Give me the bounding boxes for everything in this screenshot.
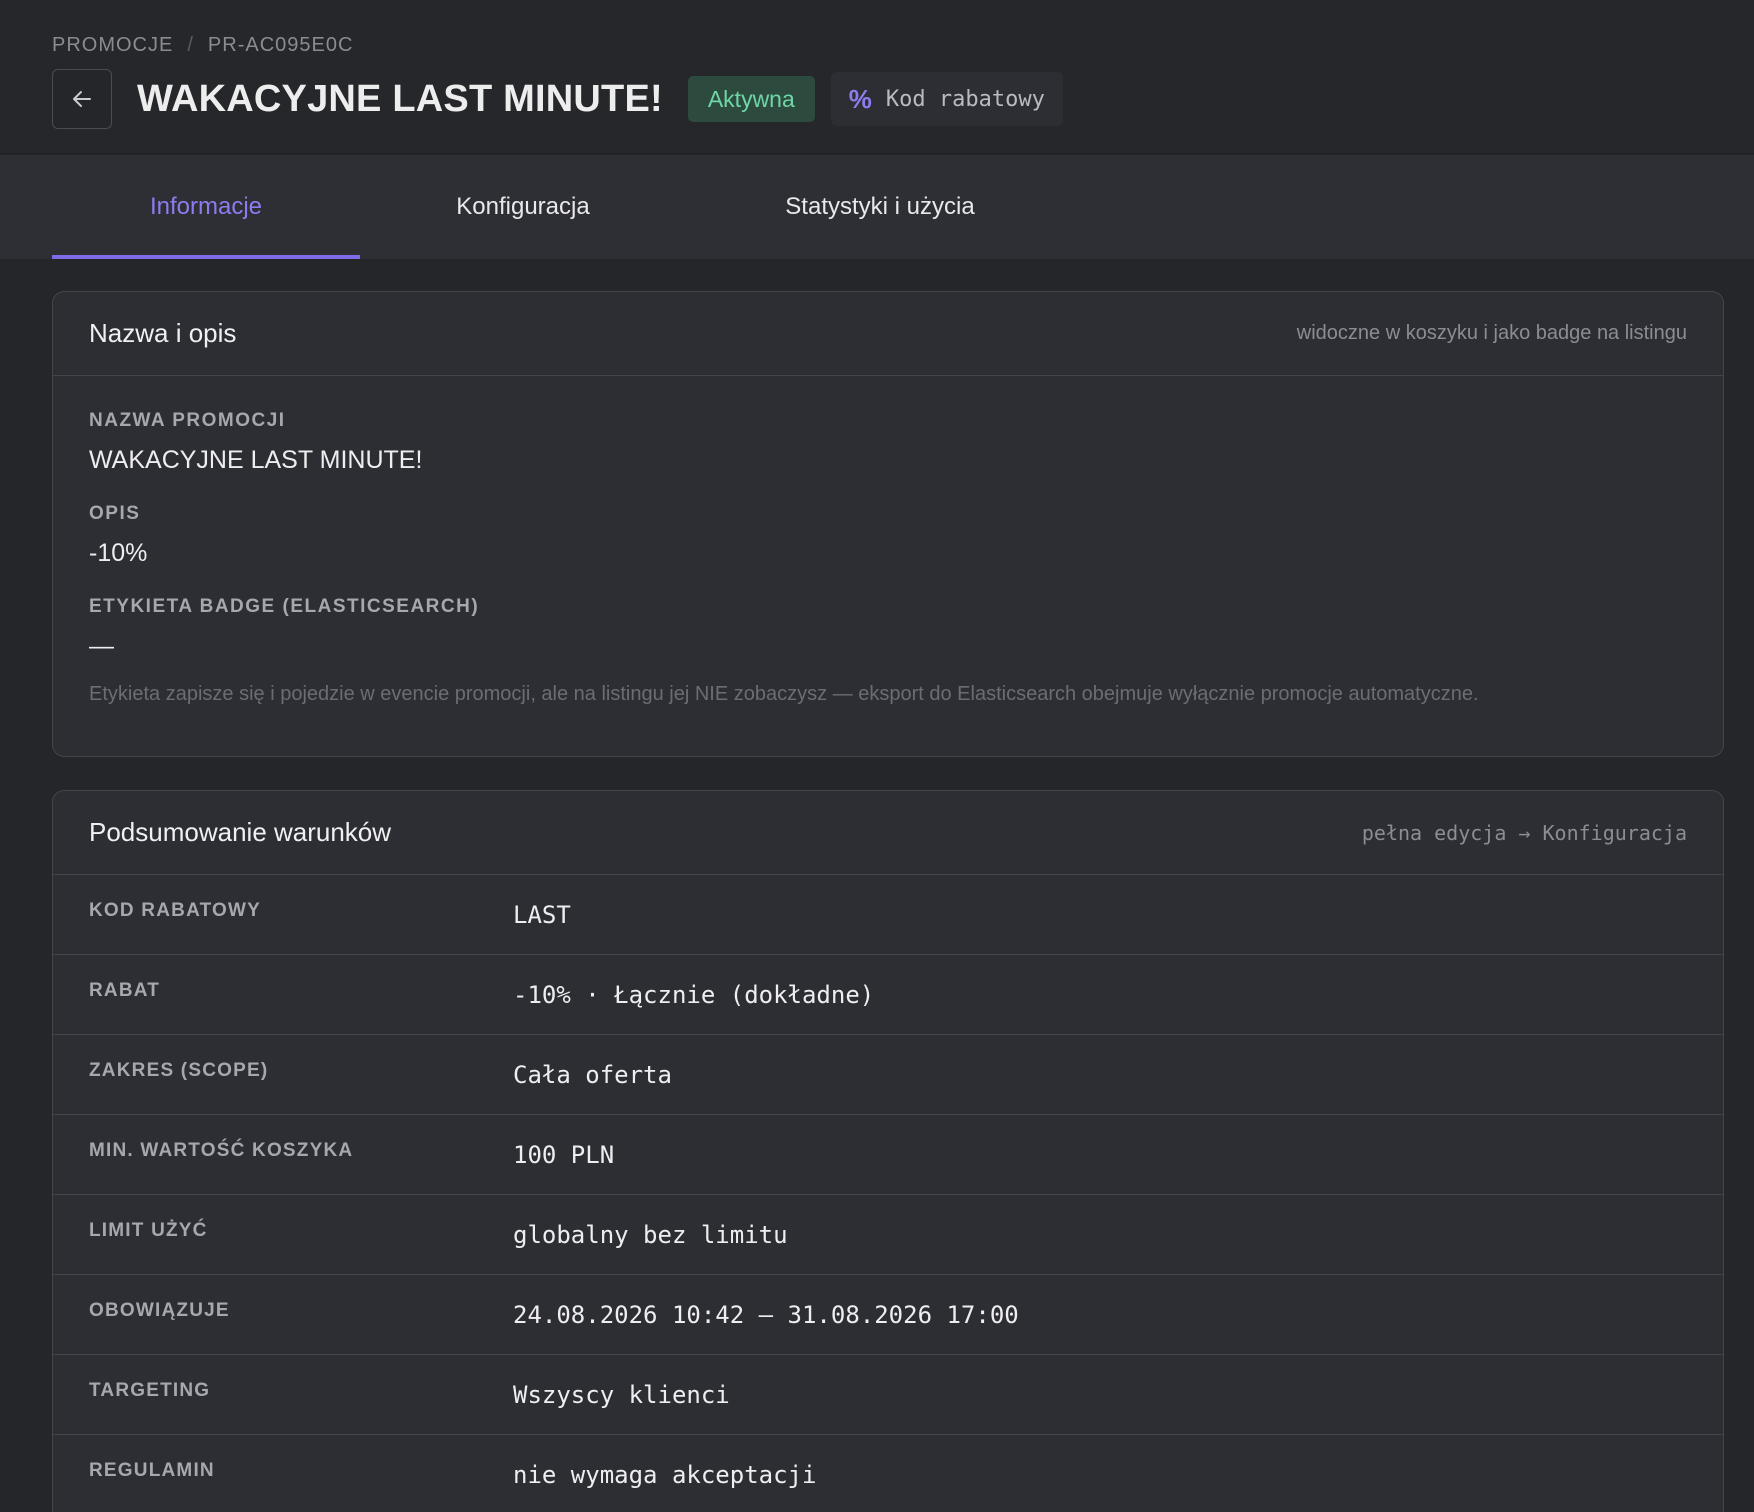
row-value: 24.08.2026 10:42 — 31.08.2026 17:00	[513, 1300, 1019, 1329]
badge-warning-note: Etykieta zapisze się i pojedzie w evenci…	[89, 683, 1479, 705]
row-value: Wszyscy klienci	[513, 1380, 730, 1409]
conditions-summary-card: Podsumowanie warunków pełna edycja → Kon…	[52, 790, 1724, 1512]
promotion-type-badge: % Kod rabatowy	[830, 72, 1063, 126]
row-label: KOD RABATOWY	[89, 899, 262, 921]
field-value: —	[89, 632, 114, 660]
summary-row-targeting: TARGETING Wszyscy klienci	[53, 1355, 1723, 1435]
summary-row-min-cart: MIN. WARTOŚĆ KOSZYKA 100 PLN	[53, 1115, 1723, 1195]
breadcrumb-separator: /	[187, 34, 194, 56]
breadcrumb-section-link[interactable]: PROMOCJE	[52, 34, 173, 57]
page-title: WAKACYJNE LAST MINUTE!	[137, 77, 663, 120]
summary-row-discount-code: KOD RABATOWY LAST	[53, 875, 1723, 955]
row-value: Cała oferta	[513, 1060, 672, 1089]
field-description: OPIS -10%	[89, 503, 1687, 568]
summary-row-validity: OBOWIĄZUJE 24.08.2026 10:42 — 31.08.2026…	[53, 1275, 1723, 1355]
summary-row-terms: REGULAMIN nie wymaga akceptacji	[53, 1435, 1723, 1512]
promotion-detail-page: PROMOCJE / PR-AC095E0C WAKACYJNE LAST MI…	[0, 0, 1754, 1512]
field-label: NAZWA PROMOCJI	[89, 410, 286, 431]
field-promotion-name: NAZWA PROMOCJI WAKACYJNE LAST MINUTE!	[89, 410, 1687, 475]
row-label: ZAKRES (SCOPE)	[89, 1059, 269, 1081]
tab-informacje[interactable]: Informacje	[52, 155, 360, 259]
row-value: 100 PLN	[513, 1140, 615, 1169]
row-value: -10% · Łącznie (dokładne)	[513, 980, 875, 1009]
fields-list: NAZWA PROMOCJI WAKACYJNE LAST MINUTE! OP…	[53, 376, 1723, 706]
row-value: nie wymaga akceptacji	[513, 1460, 817, 1489]
breadcrumb: PROMOCJE / PR-AC095E0C	[52, 34, 353, 57]
row-label: OBOWIĄZUJE	[89, 1299, 230, 1321]
row-label: MIN. WARTOŚĆ KOSZYKA	[89, 1139, 354, 1161]
name-description-card: Nazwa i opis widoczne w koszyku i jako b…	[52, 291, 1724, 757]
row-value: globalny bez limitu	[513, 1220, 788, 1249]
arrow-left-icon	[73, 91, 91, 107]
card-title: Nazwa i opis	[89, 318, 237, 348]
edit-config-link[interactable]: pełna edycja → Konfiguracja	[1362, 821, 1687, 845]
tab-statystyki[interactable]: Statystyki i użycia	[764, 155, 996, 259]
row-label: LIMIT UŻYĆ	[89, 1219, 208, 1241]
row-label: RABAT	[89, 979, 161, 1001]
field-label: OPIS	[89, 503, 141, 524]
row-label: TARGETING	[89, 1379, 211, 1401]
field-value: -10%	[89, 539, 148, 567]
summary-row-discount: RABAT -10% · Łącznie (dokładne)	[53, 955, 1723, 1035]
card-header: Nazwa i opis widoczne w koszyku i jako b…	[53, 292, 1723, 376]
card-header: Podsumowanie warunków pełna edycja → Kon…	[53, 791, 1723, 875]
tab-konfiguracja[interactable]: Konfiguracja	[430, 155, 616, 259]
page-header: PROMOCJE / PR-AC095E0C WAKACYJNE LAST MI…	[0, 0, 1754, 154]
back-button[interactable]	[52, 69, 112, 129]
percent-icon: %	[848, 83, 872, 114]
summary-row-usage-limit: LIMIT UŻYĆ globalny bez limitu	[53, 1195, 1723, 1275]
tab-bar: Informacje Konfiguracja Statystyki i uży…	[0, 155, 1754, 259]
row-value: LAST	[513, 900, 571, 929]
promotion-type-label: Kod rabatowy	[885, 86, 1045, 112]
title-row: WAKACYJNE LAST MINUTE! Aktywna % Kod rab…	[52, 69, 1063, 129]
row-label: REGULAMIN	[89, 1459, 215, 1481]
status-badge: Aktywna	[687, 76, 815, 122]
field-value: WAKACYJNE LAST MINUTE!	[89, 446, 423, 474]
summary-row-scope: ZAKRES (SCOPE) Cała oferta	[53, 1035, 1723, 1115]
field-label: ETYKIETA BADGE (ELASTICSEARCH)	[89, 596, 480, 617]
field-badge-label: ETYKIETA BADGE (ELASTICSEARCH) —	[89, 596, 1687, 661]
card-title: Podsumowanie warunków	[89, 817, 392, 847]
card-hint: widoczne w koszyku i jako badge na listi…	[1296, 322, 1687, 344]
breadcrumb-current-id: PR-AC095E0C	[207, 34, 354, 56]
